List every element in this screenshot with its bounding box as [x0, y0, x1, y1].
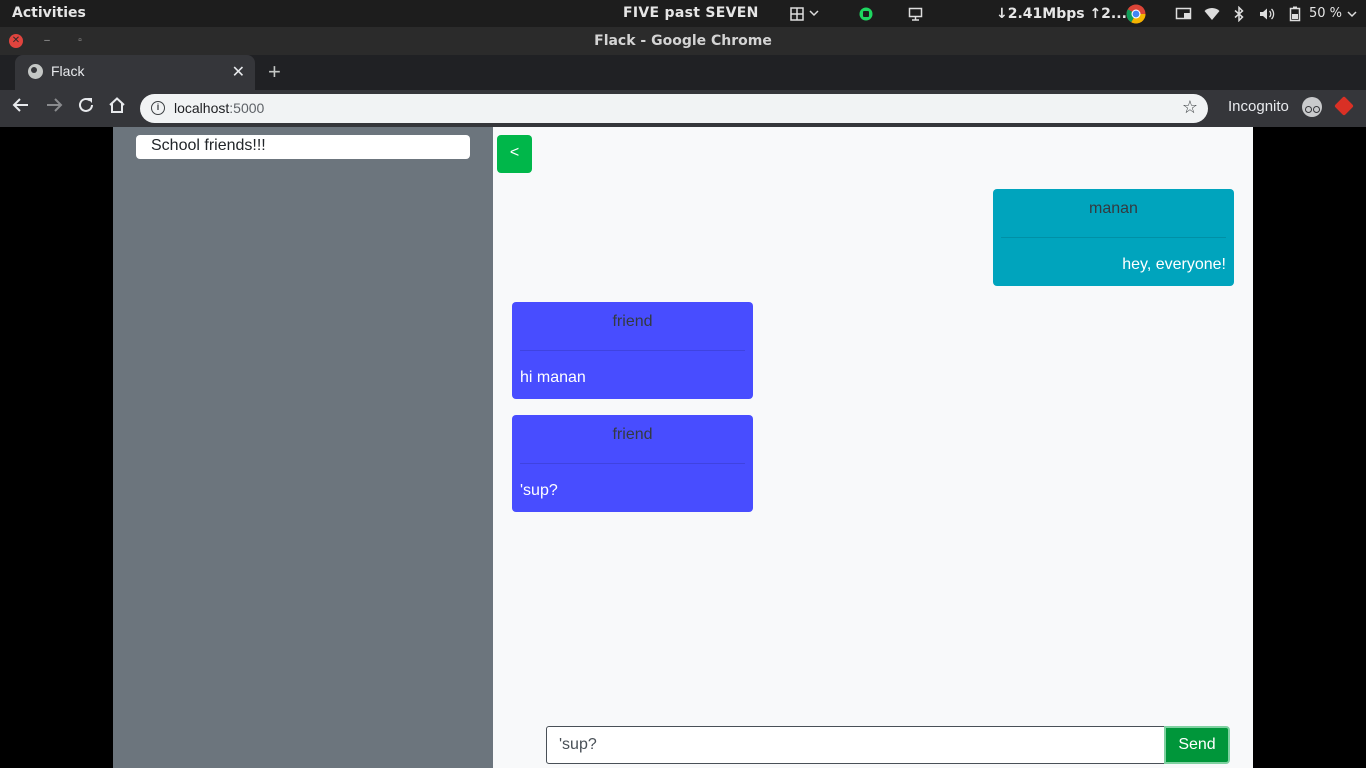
tab-close-icon[interactable]: ✕ — [232, 62, 245, 82]
channel-item[interactable]: School friends!!! — [136, 135, 470, 159]
message-author: friend — [612, 426, 653, 443]
activities-button[interactable]: Activities — [12, 5, 86, 21]
message-text: 'sup? — [520, 482, 558, 499]
url-port: :5000 — [229, 100, 265, 116]
message-divider — [520, 350, 745, 351]
back-button[interactable]: < — [497, 135, 532, 173]
star-icon[interactable]: ☆ — [1182, 97, 1198, 118]
message-text: hey, everyone! — [1122, 256, 1226, 273]
system-top-bar: Activities FIVE past SEVEN ↓2.41Mbps ↑2.… — [0, 0, 1366, 27]
spotify-icon[interactable] — [859, 0, 873, 27]
message-author: manan — [1089, 200, 1138, 217]
forward-arrow-icon[interactable] — [45, 96, 63, 120]
tab-title: Flack — [51, 63, 85, 79]
url-text[interactable]: localhost:5000 — [174, 100, 264, 116]
chevron-down-icon[interactable] — [1347, 0, 1357, 27]
tab-flack[interactable]: Flack ✕ — [15, 55, 255, 90]
back-arrow-icon[interactable] — [12, 96, 30, 120]
new-tab-button[interactable]: + — [268, 59, 281, 85]
message-card: friend 'sup? — [512, 415, 753, 512]
tab-strip: Flack ✕ + — [0, 55, 1366, 90]
bluetooth-icon[interactable] — [1233, 0, 1245, 27]
message-composer: Send — [546, 726, 1230, 764]
cast-icon[interactable] — [1175, 0, 1193, 27]
message-divider — [1001, 237, 1226, 238]
channel-sidebar: School friends!!! — [113, 127, 493, 768]
chat-panel: < manan hey, everyone! friend hi manan f… — [493, 127, 1253, 768]
reload-icon[interactable] — [77, 96, 95, 120]
incognito-label[interactable]: Incognito — [1228, 98, 1289, 115]
incognito-icon[interactable] — [1302, 97, 1322, 117]
network-speed[interactable]: ↓2.41Mbps ↑2... — [996, 0, 1127, 27]
chrome-icon[interactable] — [1126, 0, 1146, 27]
info-icon[interactable]: i — [151, 101, 165, 115]
display-icon[interactable] — [908, 0, 924, 27]
apps-icon[interactable] — [790, 0, 820, 27]
send-button[interactable]: Send — [1164, 726, 1230, 764]
url-host: localhost — [174, 100, 230, 116]
battery-percent[interactable]: 50 % — [1309, 0, 1342, 27]
browser-toolbar: i localhost:5000 ☆ Incognito — [0, 90, 1366, 127]
page-viewport: School friends!!! < manan hey, everyone!… — [0, 127, 1366, 768]
message-card: manan hey, everyone! — [993, 189, 1234, 286]
address-bar[interactable]: i localhost:5000 ☆ — [140, 94, 1208, 123]
wifi-icon[interactable] — [1204, 0, 1220, 27]
message-author: friend — [612, 313, 653, 330]
battery-icon[interactable] — [1289, 0, 1301, 27]
message-divider — [520, 463, 745, 464]
window-title: Flack - Google Chrome — [594, 33, 772, 49]
message-card: friend hi manan — [512, 302, 753, 399]
message-input[interactable] — [546, 726, 1166, 764]
message-text: hi manan — [520, 369, 586, 386]
globe-icon — [28, 64, 43, 79]
clock[interactable]: FIVE past SEVEN — [623, 5, 759, 21]
window-title-bar: ✕ – ▫ Flack - Google Chrome — [0, 27, 1366, 55]
volume-icon[interactable] — [1259, 0, 1277, 27]
extension-icon[interactable] — [1334, 96, 1354, 116]
home-icon[interactable] — [108, 96, 126, 120]
